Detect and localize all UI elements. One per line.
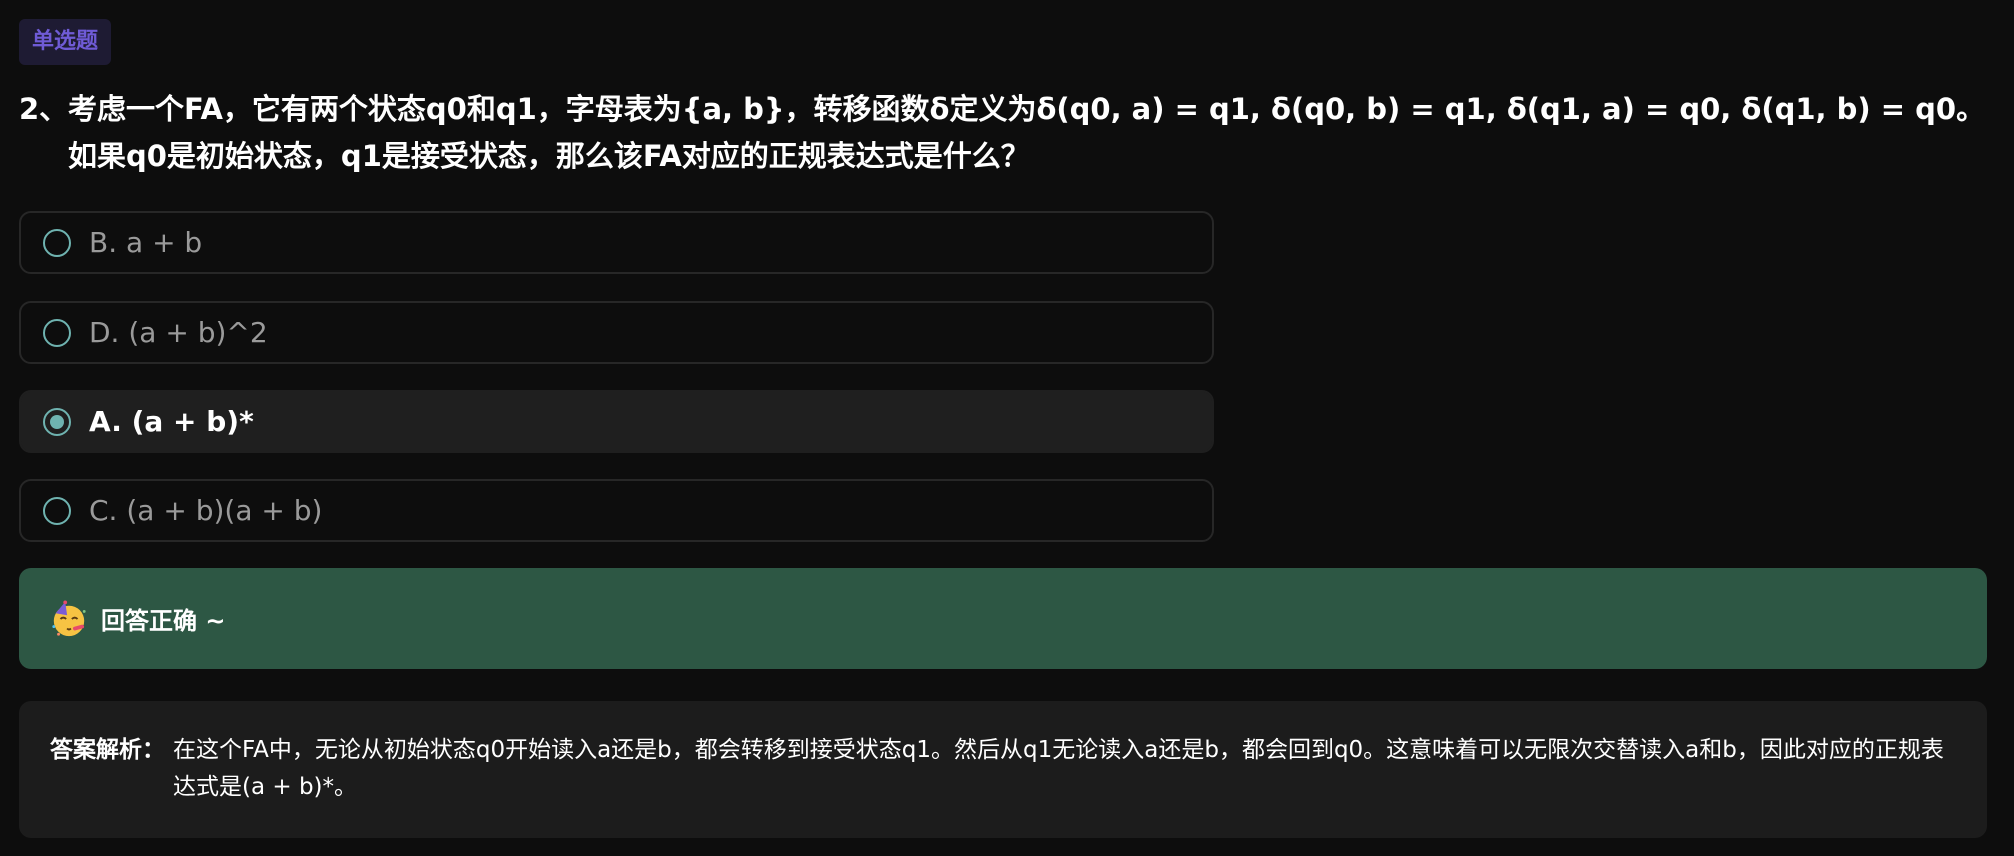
party-face-icon — [52, 599, 86, 636]
radio-unchecked-icon[interactable] — [43, 496, 71, 525]
option-c[interactable]: C. (a + b)(a + b) — [19, 479, 1214, 542]
question-text: 考虑一个FA，它有两个状态q0和q1，字母表为{a, b}，转移函数δ定义为δ(… — [68, 92, 1986, 173]
question-title: 2、 考虑一个FA，它有两个状态q0和q1，字母表为{a, b}，转移函数δ定义… — [19, 86, 1994, 180]
analysis-text: 在这个FA中，无论从初始状态q0开始读入a还是b，都会转移到接受状态q1。然后从… — [173, 737, 1944, 800]
option-label: A. (a + b)* — [89, 405, 254, 438]
option-label: D. (a + b)^2 — [89, 316, 268, 349]
radio-unchecked-icon[interactable] — [43, 228, 71, 257]
option-d[interactable]: D. (a + b)^2 — [19, 301, 1214, 364]
answer-correct-text: 回答正确 ~ — [101, 607, 226, 635]
answer-correct-banner: 回答正确 ~ — [19, 568, 1987, 669]
analysis-label: 答案解析： — [50, 737, 165, 763]
question-type-tag: 单选题 — [19, 19, 112, 65]
question-number: 2、 — [19, 92, 69, 126]
option-a-selected[interactable]: A. (a + b)* — [19, 390, 1214, 453]
option-label: B. a + b — [89, 226, 203, 259]
answer-analysis-panel: 答案解析： 在这个FA中，无论从初始状态q0开始读入a还是b，都会转移到接受状态… — [19, 701, 1987, 838]
option-label: C. (a + b)(a + b) — [89, 494, 323, 527]
radio-unchecked-icon[interactable] — [43, 318, 71, 347]
option-b[interactable]: B. a + b — [19, 211, 1214, 274]
radio-checked-icon[interactable] — [43, 407, 71, 436]
